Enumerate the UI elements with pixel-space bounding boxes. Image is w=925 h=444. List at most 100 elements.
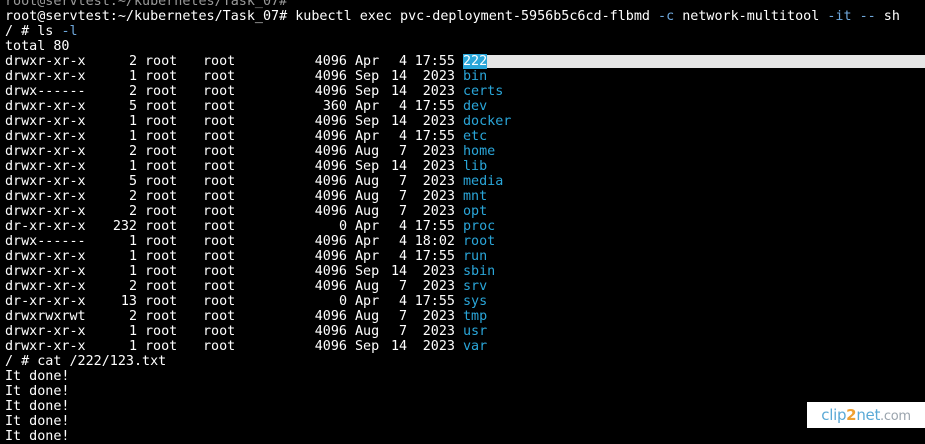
- size: 4096: [314, 249, 347, 264]
- permissions: drwxr-xr-x: [5, 339, 86, 354]
- time-or-year: 2023: [422, 159, 455, 174]
- output-line: It done!: [5, 384, 70, 399]
- directory-entry-row: drwx------ 1 root root 4096 Apr 4 18:02 root: [5, 234, 925, 249]
- directory-entry-row: drwxr-xr-x 1 root root 4096 Aug 7 2023 usr: [5, 324, 925, 339]
- owner: root: [145, 54, 178, 69]
- entry-name: proc: [455, 219, 495, 234]
- time-or-year: 18:02: [414, 234, 455, 249]
- shell-prompt: root@servtest:~/kubernetes/Task_07#: [5, 9, 288, 24]
- time-or-year: 2023: [422, 69, 455, 84]
- directory-name[interactable]: certs: [463, 84, 503, 99]
- directory-name[interactable]: run: [463, 249, 487, 264]
- size: 0: [338, 219, 347, 234]
- selected-directory-name[interactable]: 222: [463, 54, 488, 69]
- directory-name[interactable]: tmp: [463, 309, 487, 324]
- permissions: drwxr-xr-x: [5, 264, 86, 279]
- directory-name[interactable]: media: [463, 174, 503, 189]
- command-kubectl-exec: kubectl exec pvc-deployment-5956b5c6cd-f…: [295, 9, 650, 24]
- entry-name: root: [455, 234, 495, 249]
- day: 7: [398, 324, 407, 339]
- directory-name[interactable]: sys: [463, 294, 487, 309]
- directory-entry-row: drwxr-xr-x 2 root root 4096 Aug 7 2023 mnt: [5, 189, 925, 204]
- directory-entry-row: drwxr-xr-x 2 root root 4096 Aug 7 2023 home: [5, 144, 925, 159]
- ls-command-line: / # ls -l: [5, 24, 925, 39]
- entry-name: mnt: [455, 189, 487, 204]
- directory-name[interactable]: sbin: [463, 264, 495, 279]
- group: root: [203, 264, 236, 279]
- watermark-net: net: [856, 406, 881, 424]
- directory-name[interactable]: lib: [463, 159, 487, 174]
- entry-name: bin: [455, 69, 487, 84]
- entry-name: media: [455, 174, 503, 189]
- time-or-year: 17:55: [414, 54, 455, 69]
- directory-name[interactable]: dev: [463, 99, 487, 114]
- time-or-year: 2023: [422, 114, 455, 129]
- permissions: drwxr-xr-x: [5, 174, 86, 189]
- owner: root: [145, 324, 178, 339]
- link-count: 1: [128, 249, 137, 264]
- day: 7: [398, 279, 407, 294]
- directory-entry-row: drwxr-xr-x 1 root root 4096 Sep 14 2023 sbin: [5, 264, 925, 279]
- owner: root: [145, 159, 178, 174]
- directory-name[interactable]: etc: [463, 129, 487, 144]
- output-line: It done!: [5, 399, 70, 414]
- entry-name: srv: [455, 279, 487, 294]
- size: 4096: [314, 144, 347, 159]
- size: 4096: [314, 204, 347, 219]
- entry-name: docker: [455, 114, 511, 129]
- directory-name[interactable]: docker: [463, 114, 511, 129]
- pod-prompt: / #: [5, 24, 38, 39]
- group: root: [203, 159, 236, 174]
- entry-name: etc: [455, 129, 487, 144]
- day: 7: [398, 189, 407, 204]
- size: 4096: [314, 69, 347, 84]
- output-line: It done!: [5, 414, 70, 429]
- size: 4096: [314, 264, 347, 279]
- directory-name[interactable]: var: [463, 339, 487, 354]
- directory-name[interactable]: home: [463, 144, 495, 159]
- permissions: drwxr-xr-x: [5, 114, 86, 129]
- time-or-year: 2023: [422, 84, 455, 99]
- directory-name[interactable]: opt: [463, 204, 487, 219]
- link-count: 1: [128, 324, 137, 339]
- owner: root: [145, 219, 178, 234]
- directory-entry-row: drwxr-xr-x 5 root root 360 Apr 4 17:55 dev: [5, 99, 925, 114]
- month: Apr: [355, 219, 380, 234]
- directory-name[interactable]: usr: [463, 324, 487, 339]
- time-or-year: 2023: [422, 189, 455, 204]
- link-count: 2: [128, 144, 137, 159]
- group: root: [203, 324, 236, 339]
- watermark-clip: clip: [821, 406, 847, 424]
- size: 4096: [314, 54, 347, 69]
- directory-entry-row: drwxr-xr-x 1 root root 4096 Sep 14 2023 lib: [5, 159, 925, 174]
- directory-name[interactable]: root: [463, 234, 495, 249]
- month: Sep: [355, 84, 380, 99]
- exec-command-line: root@servtest:~/kubernetes/Task_07# kube…: [5, 9, 925, 24]
- group: root: [203, 84, 236, 99]
- time-or-year: 2023: [422, 204, 455, 219]
- directory-name[interactable]: mnt: [463, 189, 487, 204]
- day: 14: [391, 264, 408, 279]
- terminal-output[interactable]: root@servtest:~/kubernetes/Task_07# root…: [5, 0, 925, 444]
- watermark-com: .com: [880, 409, 911, 424]
- directory-name[interactable]: proc: [463, 219, 495, 234]
- month: Aug: [355, 309, 380, 324]
- month: Apr: [355, 129, 380, 144]
- flag-long-listing: -l: [61, 24, 78, 39]
- owner: root: [145, 189, 178, 204]
- permissions: drwxr-xr-x: [5, 159, 86, 174]
- group: root: [203, 204, 236, 219]
- group: root: [203, 309, 236, 324]
- group: root: [203, 279, 236, 294]
- link-count: 1: [128, 114, 137, 129]
- day: 14: [391, 114, 408, 129]
- day: 7: [398, 174, 407, 189]
- day: 14: [391, 339, 408, 354]
- directory-name[interactable]: bin: [463, 69, 487, 84]
- group: root: [203, 129, 236, 144]
- month: Sep: [355, 264, 380, 279]
- directory-entry-row: drwxr-xr-x 1 root root 4096 Sep 14 2023 var: [5, 339, 925, 354]
- time-or-year: 17:55: [414, 294, 455, 309]
- owner: root: [145, 204, 178, 219]
- directory-name[interactable]: srv: [463, 279, 487, 294]
